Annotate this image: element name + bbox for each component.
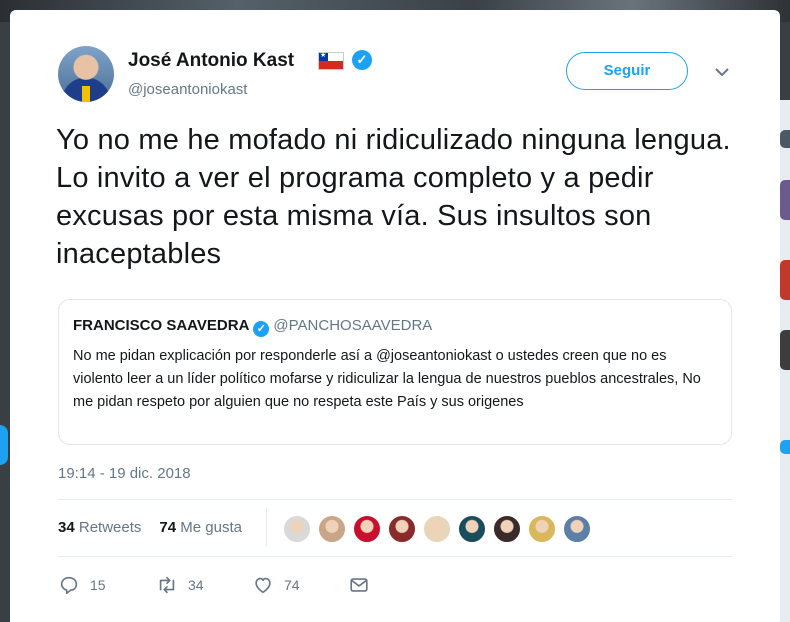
heart-icon bbox=[255, 577, 271, 594]
divider bbox=[58, 499, 732, 500]
reply-count: 15 bbox=[90, 577, 106, 593]
retweet-count: 34 bbox=[188, 577, 204, 593]
liker-avatar-2[interactable] bbox=[317, 514, 347, 544]
liker-avatar-3[interactable] bbox=[352, 514, 382, 544]
likes-stat[interactable]: 74 Me gusta bbox=[159, 519, 242, 536]
reply-icon bbox=[60, 576, 78, 595]
like-count: 74 bbox=[284, 577, 300, 593]
quoted-author-name: FRANCISCO SAAVEDRA bbox=[73, 317, 250, 334]
quoted-tweet-text: No me pidan explicación por responderle … bbox=[73, 348, 701, 410]
like-button[interactable]: 74 bbox=[252, 572, 300, 598]
liker-avatar-6[interactable] bbox=[457, 514, 487, 544]
stats-separator bbox=[266, 508, 267, 546]
retweets-count: 34 bbox=[58, 519, 75, 536]
message-icon bbox=[350, 578, 368, 592]
flag-chile-icon bbox=[318, 51, 344, 70]
author-name[interactable]: José Antonio Kast bbox=[128, 50, 294, 72]
retweet-button[interactable]: 34 bbox=[156, 572, 204, 598]
reply-button[interactable]: 15 bbox=[58, 572, 106, 598]
follow-button[interactable]: Seguir bbox=[566, 52, 688, 90]
tweet-stats: 34 Retweets 74 Me gusta bbox=[58, 519, 242, 536]
quoted-author-handle: @PANCHOSAAVEDRA bbox=[273, 317, 433, 334]
chevron-down-icon[interactable] bbox=[714, 66, 730, 78]
avatar[interactable] bbox=[58, 46, 114, 102]
tweet-timestamp[interactable]: 19:14 - 19 dic. 2018 bbox=[58, 465, 191, 482]
direct-message-button[interactable] bbox=[348, 572, 370, 598]
liker-avatar-7[interactable] bbox=[492, 514, 522, 544]
retweet-icon bbox=[159, 576, 175, 594]
retweets-stat[interactable]: 34 Retweets bbox=[58, 519, 141, 536]
likes-count: 74 bbox=[159, 519, 177, 536]
tweet-modal: José Antonio Kast ✓ @joseantoniokast Seg… bbox=[10, 10, 780, 622]
tweet-text: Yo no me he mofado ni ridiculizado ningu… bbox=[56, 124, 731, 270]
liker-avatar-9[interactable] bbox=[562, 514, 592, 544]
divider bbox=[58, 556, 732, 557]
quoted-tweet[interactable]: FRANCISCO SAAVEDRA ✓ @PANCHOSAAVEDRA No me… bbox=[58, 299, 732, 445]
likes-label: Me gusta bbox=[180, 519, 242, 536]
retweets-label: Retweets bbox=[78, 519, 142, 536]
verified-icon: ✓ bbox=[253, 321, 270, 337]
author-handle[interactable]: @joseantoniokast bbox=[128, 81, 247, 98]
verified-icon: ✓ bbox=[352, 50, 372, 70]
background-edge-button bbox=[0, 425, 8, 465]
liker-avatar-5[interactable] bbox=[422, 514, 452, 544]
liker-avatar-8[interactable] bbox=[527, 514, 557, 544]
liker-avatar-1[interactable] bbox=[282, 514, 312, 544]
liker-avatar-4[interactable] bbox=[387, 514, 417, 544]
